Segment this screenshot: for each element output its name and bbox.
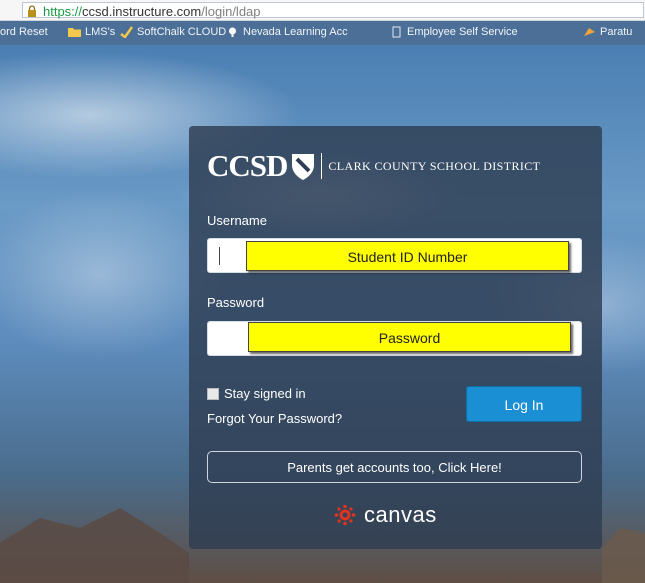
url-text: https://ccsd.instructure.com/login/ldap (43, 4, 261, 19)
bookmark-label: Paratu (600, 26, 633, 38)
district-name: CLARK COUNTY SCHOOL DISTRICT (328, 158, 541, 173)
parents-accounts-button[interactable]: Parents get accounts too, Click Here! (207, 451, 582, 483)
bookmark-password-reset[interactable]: ord Reset (0, 26, 48, 38)
text-caret (219, 247, 220, 265)
url-scheme: https:// (43, 4, 83, 19)
forgot-password-link[interactable]: Forgot Your Password? (207, 411, 342, 426)
lock-icon (28, 5, 36, 17)
url-host: ccsd.instructure.com (82, 4, 202, 19)
bookmark-nevada[interactable]: Nevada Learning Acc (226, 26, 348, 38)
ccsd-logo: CCSD CLARK COUNTY SCHOOL DISTRICT (207, 148, 540, 184)
paratu-icon (584, 28, 595, 36)
bookmark-label: Employee Self Service (407, 26, 518, 38)
bookmark-lms[interactable]: LMS's (68, 26, 115, 38)
stay-signed-in[interactable]: Stay signed in (207, 386, 306, 401)
url-field[interactable]: https://ccsd.instructure.com/login/ldap (22, 2, 644, 19)
address-bar: https://ccsd.instructure.com/login/ldap (0, 0, 645, 21)
stay-signed-in-label: Stay signed in (224, 386, 306, 401)
shield-icon (292, 154, 315, 180)
url-path: /login/ldap (201, 4, 261, 19)
bookmark-label: Nevada Learning Acc (243, 26, 348, 38)
nevada-icon (229, 27, 236, 37)
canvas-wordmark: canvas (364, 502, 437, 527)
bookmark-label: SoftChalk CLOUD (137, 26, 227, 38)
bookmark-paratu[interactable]: Paratu (583, 26, 632, 38)
bookmark-label: LMS's (85, 26, 116, 38)
canvas-brand: canvas (334, 502, 437, 528)
stay-signed-in-checkbox[interactable] (207, 387, 219, 400)
softchalk-icon (120, 26, 133, 38)
username-annotation: Student ID Number (246, 241, 569, 271)
logo-wordmark: CCSD (207, 148, 288, 183)
password-annotation: Password (248, 322, 571, 352)
folder-icon (68, 28, 81, 37)
bookmark-employee-self-service[interactable]: Employee Self Service (390, 26, 518, 38)
bookmark-label: ord Reset (0, 26, 48, 38)
page-icon (392, 26, 401, 38)
bookmark-softchalk[interactable]: SoftChalk CLOUD (120, 26, 226, 38)
canvas-logo-icon (334, 504, 356, 526)
login-panel: CCSD CLARK COUNTY SCHOOL DISTRICT Userna… (189, 126, 602, 549)
username-label: Username (207, 213, 267, 228)
password-label: Password (207, 295, 265, 310)
bookmarks-bar: ord Reset LMS's SoftChalk CLOUD Nevada L… (0, 21, 645, 45)
log-in-button[interactable]: Log In (466, 386, 582, 422)
logo-divider (321, 153, 323, 179)
